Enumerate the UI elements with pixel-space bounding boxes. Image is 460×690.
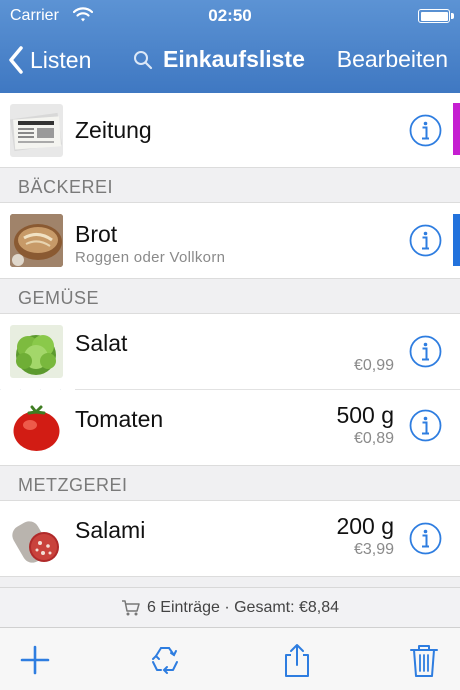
summary-text: 6 Einträge · Gesamt: €8,84 <box>146 598 340 616</box>
summary-bar: 6 Einträge · Gesamt: €8,84 <box>0 587 460 627</box>
category-marker <box>453 103 460 155</box>
section-label: METZGEREI <box>18 475 128 495</box>
item-name: Salat <box>75 330 128 356</box>
info-icon[interactable] <box>409 114 442 147</box>
info-icon[interactable] <box>409 409 442 442</box>
status-bar: Carrier 02:50 <box>0 0 460 32</box>
plus-icon[interactable] <box>17 642 53 678</box>
item-subtitle: Roggen oder Vollkorn <box>75 249 226 266</box>
battery-icon <box>418 9 454 23</box>
list-item-brot[interactable]: Brot Roggen oder Vollkorn <box>0 203 460 278</box>
item-quantity: 200 g <box>336 513 394 539</box>
list-item-salat[interactable]: Salat €0,99 <box>0 314 460 389</box>
section-label: GEMÜSE <box>18 288 100 308</box>
lettuce-thumbnail <box>10 325 63 378</box>
section-header: GEMÜSE <box>0 278 460 314</box>
item-name: Brot <box>75 221 118 247</box>
list-item-zeitung[interactable]: Zeitung <box>0 93 460 167</box>
newspaper-thumbnail <box>10 104 63 157</box>
info-icon[interactable] <box>409 335 442 368</box>
info-icon[interactable] <box>409 522 442 555</box>
item-price: €3,99 <box>353 541 394 558</box>
section-label: BÄCKEREI <box>18 177 114 197</box>
salami-thumbnail <box>10 513 63 566</box>
section-header-partial <box>0 576 460 587</box>
back-button-label: Listen <box>30 46 92 73</box>
item-name: Salami <box>75 517 146 543</box>
page-title: Einkaufsliste <box>163 46 305 72</box>
search-icon <box>134 50 153 69</box>
item-name: Tomaten <box>75 406 164 432</box>
tomato-thumbnail <box>10 401 63 454</box>
share-icon[interactable] <box>279 642 315 678</box>
cart-icon <box>121 599 140 615</box>
status-time: 02:50 <box>208 6 252 25</box>
title-search[interactable]: Einkaufsliste <box>133 46 305 73</box>
list-item-tomaten[interactable]: Tomaten 500 g €0,89 <box>0 390 460 465</box>
navigation-bar: Carrier 02:50 Listen Einkaufsliste Bearb… <box>0 0 460 93</box>
category-marker <box>453 214 460 266</box>
back-button[interactable]: Listen <box>8 44 91 76</box>
bread-thumbnail <box>10 214 63 267</box>
recycle-icon[interactable] <box>147 642 183 678</box>
section-header: BÄCKEREI <box>0 167 460 203</box>
chevron-left-icon <box>9 46 23 74</box>
list-item-salami[interactable]: Salami 200 g €3,99 <box>0 501 460 576</box>
item-price: €0,99 <box>353 357 394 374</box>
item-name: Zeitung <box>75 117 152 143</box>
trash-icon[interactable] <box>406 642 442 678</box>
section-header: METZGEREI <box>0 465 460 501</box>
item-price: €0,89 <box>353 430 394 447</box>
bottom-toolbar <box>0 627 460 690</box>
item-quantity: 500 g <box>336 402 394 428</box>
info-icon[interactable] <box>409 224 442 257</box>
shopping-list: Zeitung BÄCKEREI Brot Roggen oder Vollko… <box>0 93 460 587</box>
edit-button[interactable]: Bearbeiten <box>337 46 448 73</box>
